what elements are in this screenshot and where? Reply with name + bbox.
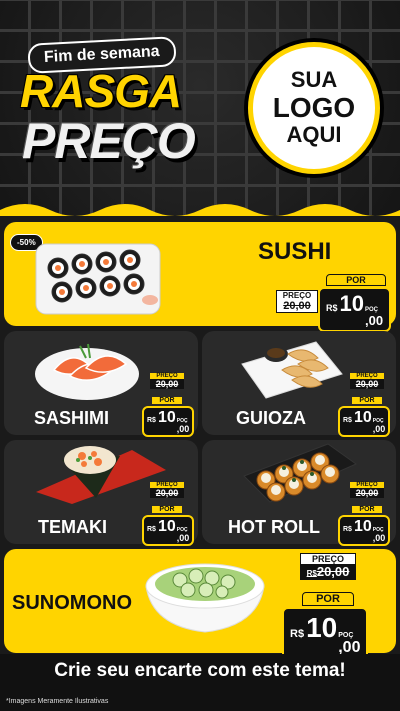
hot-roll-image xyxy=(243,443,358,503)
cta-text: Crie seu encarte com este tema! xyxy=(54,660,346,681)
product-name-sunomono: SUNOMONO xyxy=(12,592,132,614)
product-name-temaki: TEMAKI xyxy=(38,517,107,537)
new-price-sashimi: R$ 10 POÇ ,00 xyxy=(142,406,195,437)
por-label-temaki: POR xyxy=(152,506,182,513)
por-label-guioza: POR xyxy=(352,397,382,404)
currency-hot-roll: R$ xyxy=(343,526,352,533)
new-price-temaki: R$ 10 POÇ ,00 xyxy=(142,515,195,546)
old-currency-sunomono: R$ xyxy=(306,569,317,578)
new-price-dec-sushi: ,00 xyxy=(365,313,384,328)
old-price-box-sashimi: PREÇO 20,00 xyxy=(150,373,184,389)
por-label-hot-roll: POR xyxy=(352,506,382,513)
old-price-value-sunomono: 20,00 xyxy=(316,564,350,579)
new-price-dec-temaki: ,00 xyxy=(176,533,190,543)
new-price-guioza: R$ 10 POÇ ,00 xyxy=(338,406,391,437)
guioza-image xyxy=(241,341,343,399)
new-price-dec-sashimi: ,00 xyxy=(176,424,190,434)
headline-preco: PREÇO xyxy=(22,113,196,169)
old-price-hot-roll: 20,00 xyxy=(350,488,384,498)
product-name-sashimi: SASHIMI xyxy=(34,408,110,428)
logo-line-2: LOGO xyxy=(272,91,356,123)
new-price-dec-hot-roll: ,00 xyxy=(372,533,386,543)
new-price-int-sunomono: 10 xyxy=(306,612,338,643)
old-price-box-sunomono: PREÇO R$20,00 xyxy=(300,553,356,580)
por-label-sushi: POR xyxy=(326,274,386,286)
new-price-hot-roll: R$ 10 POÇ ,00 xyxy=(338,515,391,546)
old-price-label-sunomono: PREÇO xyxy=(311,554,344,564)
old-price-sushi: 20,00 xyxy=(283,300,311,312)
old-price-guioza: 20,00 xyxy=(350,379,384,389)
new-price-int-sushi: 10 xyxy=(339,291,364,316)
por-label-sunomono: POR xyxy=(302,592,354,606)
por-label-sashimi: POR xyxy=(152,397,182,404)
old-price-box-sushi: PREÇO 20,00 xyxy=(276,290,318,313)
new-price-int-hot-roll: 10 xyxy=(353,518,372,535)
new-price-int-temaki: 10 xyxy=(157,518,176,535)
logo-placeholder: SUA LOGO AQUI xyxy=(248,42,380,174)
old-price-box-guioza: PREÇO 20,00 xyxy=(350,373,384,389)
new-price-dec-guioza: ,00 xyxy=(372,424,386,434)
old-price-label-sushi: PREÇO xyxy=(282,291,312,300)
currency-sashimi: R$ xyxy=(147,417,156,424)
old-price-box-temaki: PREÇO 20,00 xyxy=(150,482,184,498)
currency-sunomono: R$ xyxy=(290,628,305,640)
logo-line-1: SUA xyxy=(290,67,338,93)
new-price-int-sashimi: 10 xyxy=(157,409,176,426)
headline-rasga: RASGA xyxy=(20,65,182,117)
new-price-int-guioza: 10 xyxy=(353,409,372,426)
flyer: Fim de semana RASGA PREÇO SUA LOGO AQUI … xyxy=(0,0,400,711)
product-name-hot-roll: HOT ROLL xyxy=(228,517,320,537)
sunomono-image xyxy=(145,563,265,633)
product-name-sushi: SUSHI xyxy=(258,238,332,265)
currency-guioza: R$ xyxy=(343,417,352,424)
currency-temaki: R$ xyxy=(147,526,156,533)
sushi-image xyxy=(35,243,161,315)
old-price-temaki: 20,00 xyxy=(150,488,184,498)
old-price-sashimi: 20,00 xyxy=(150,379,184,389)
disclaimer: *Imagens Meramente Ilustrativas xyxy=(6,698,109,705)
currency-sushi: R$ xyxy=(326,303,338,313)
old-price-sunomono: R$20,00 xyxy=(301,564,355,579)
product-name-guioza: GUIOZA xyxy=(236,408,306,428)
sashimi-image xyxy=(35,343,139,400)
new-price-sushi: R$ 10 POÇ ,00 xyxy=(318,287,392,332)
logo-line-3: AQUI xyxy=(286,122,342,148)
old-price-box-hot-roll: PREÇO 20,00 xyxy=(350,482,384,498)
unit-sunomono: POÇ xyxy=(338,632,354,639)
